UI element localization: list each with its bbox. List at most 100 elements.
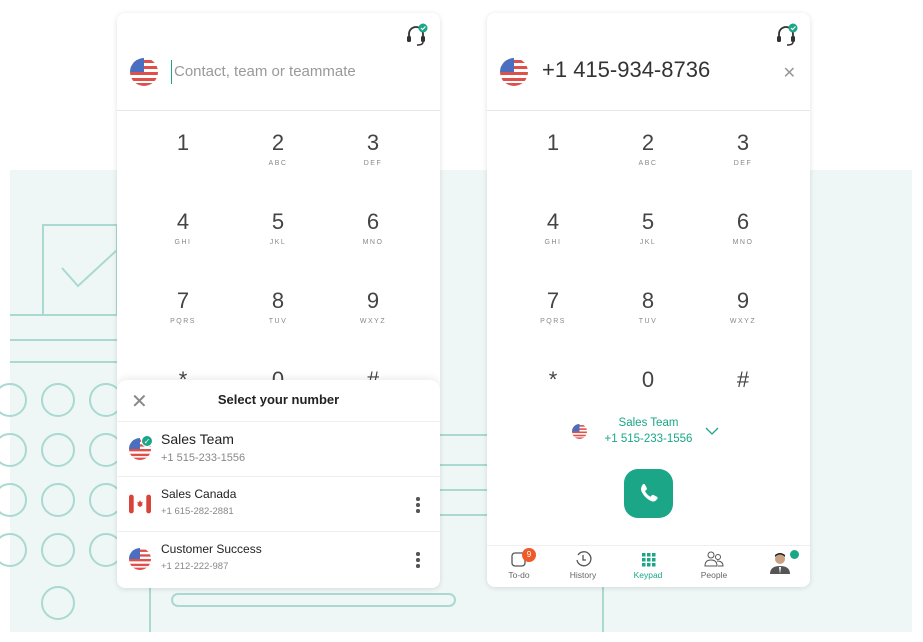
nav-label: History	[569, 570, 597, 580]
key-letters: MNO	[362, 239, 384, 246]
number-option[interactable]: Customer Success +1 212-222-987	[117, 532, 440, 587]
key-digit: 3	[366, 130, 380, 155]
key-digit: 6	[366, 209, 380, 234]
key-letters: ABC	[268, 160, 288, 167]
key-3[interactable]: 3 DEF	[333, 130, 413, 167]
key-#[interactable]: #	[703, 367, 783, 397]
key-7[interactable]: 7 PQRS	[143, 288, 223, 325]
caller-phone: +1 515-233-1556	[604, 433, 693, 445]
avatar	[770, 553, 790, 574]
nav-label: To-do	[508, 570, 530, 580]
caller-id-selector[interactable]: Sales Team +1 515-233-1556	[487, 415, 810, 447]
key-9[interactable]: 9 WXYZ	[333, 288, 413, 325]
chevron-down-icon[interactable]	[705, 427, 719, 435]
canada-flag-icon	[129, 494, 151, 514]
key-digit: 4	[176, 209, 190, 234]
nav-profile[interactable]	[750, 550, 810, 576]
key-digit: 8	[641, 288, 655, 313]
close-icon[interactable]: ✕	[783, 63, 796, 83]
us-flag-icon[interactable]	[130, 58, 158, 86]
more-options-icon[interactable]	[416, 497, 420, 515]
key-digit: 7	[176, 288, 190, 313]
key-letters: GHI	[544, 239, 562, 246]
us-flag-icon[interactable]	[500, 58, 528, 86]
dialer-header: +1 415-934-8736 ✕	[487, 13, 810, 111]
number-option[interactable]: ✓ Sales Team +1 515-233-1556	[117, 422, 440, 477]
dialed-number[interactable]: +1 415-934-8736	[542, 57, 710, 83]
key-letters: TUV	[638, 318, 658, 325]
key-letters: DEF	[733, 160, 753, 167]
select-number-sheet: ✕ Select your number ✓ Sales Team +1 515-23…	[117, 380, 440, 588]
key-8[interactable]: 8 TUV	[608, 288, 688, 325]
keypad-icon	[642, 553, 656, 567]
key-letters: WXYZ	[729, 318, 757, 325]
key-5[interactable]: 5 JKL	[238, 209, 318, 246]
key-4[interactable]: 4 GHI	[143, 209, 223, 246]
key-letters: PQRS	[540, 318, 566, 325]
todo-count-badge: 9	[522, 548, 536, 562]
key-digit: 4	[546, 209, 560, 234]
key-5[interactable]: 5 JKL	[608, 209, 688, 246]
key-digit: #	[736, 367, 750, 392]
key-1[interactable]: 1	[143, 130, 223, 160]
key-6[interactable]: 6 MNO	[333, 209, 413, 246]
contact-search-input[interactable]: Contact, team or teammate	[171, 60, 391, 84]
key-digit: 0	[641, 367, 655, 392]
close-icon[interactable]: ✕	[131, 389, 148, 414]
nav-people[interactable]: People	[684, 550, 744, 580]
key-digit: 3	[736, 130, 750, 155]
key-digit: *	[548, 367, 558, 392]
key-9[interactable]: 9 WXYZ	[703, 288, 783, 325]
key-letters: DEF	[363, 160, 383, 167]
key-digit: 2	[271, 130, 285, 155]
option-phone: +1 615-282-2881	[161, 506, 234, 517]
option-phone: +1 212-222-987	[161, 561, 229, 572]
key-8[interactable]: 8 TUV	[238, 288, 318, 325]
number-option[interactable]: Sales Canada +1 615-282-2881	[117, 477, 440, 532]
nav-to-do[interactable]: To-do 9	[489, 548, 549, 580]
key-digit: 5	[641, 209, 655, 234]
history-icon	[576, 551, 592, 567]
key-*[interactable]: *	[513, 367, 593, 397]
dialer-header: Contact, team or teammate	[117, 13, 440, 111]
bottom-nav: To-do 9 History Keypad People	[487, 545, 810, 587]
online-status-dot	[790, 550, 799, 559]
nav-history[interactable]: History	[553, 550, 613, 580]
key-2[interactable]: 2 ABC	[608, 130, 688, 167]
dialer-panel-left: Contact, team or teammate 1 2 ABC 3 DEF 4 GHI 5…	[117, 13, 440, 588]
key-0[interactable]: 0	[608, 367, 688, 397]
dialer-panel-right: +1 415-934-8736 ✕ 1 2 ABC 3 DEF 4 GHI 5 JKL 6 MNO 7…	[487, 13, 810, 587]
call-button[interactable]	[624, 469, 673, 518]
key-digit: 8	[271, 288, 285, 313]
key-letters: GHI	[174, 239, 192, 246]
key-letters: JKL	[639, 239, 657, 246]
check-icon: ✓	[141, 435, 153, 447]
us-flag-icon	[572, 424, 587, 439]
key-digit: 9	[366, 288, 380, 313]
nav-keypad[interactable]: Keypad	[618, 550, 678, 580]
key-1[interactable]: 1	[513, 130, 593, 160]
key-digit: 5	[271, 209, 285, 234]
key-7[interactable]: 7 PQRS	[513, 288, 593, 325]
nav-label: Keypad	[633, 570, 663, 580]
option-phone: +1 515-233-1556	[161, 452, 246, 464]
key-letters: ABC	[638, 160, 658, 167]
key-3[interactable]: 3 DEF	[703, 130, 783, 167]
option-name: Sales Canada	[161, 487, 237, 501]
more-options-icon[interactable]	[416, 552, 420, 570]
key-letters: WXYZ	[359, 318, 387, 325]
people-icon	[704, 551, 724, 567]
caller-name: Sales Team	[618, 417, 679, 429]
headset-icon[interactable]	[404, 23, 428, 47]
key-6[interactable]: 6 MNO	[703, 209, 783, 246]
key-letters: MNO	[732, 239, 754, 246]
headset-icon[interactable]	[774, 23, 798, 47]
key-4[interactable]: 4 GHI	[513, 209, 593, 246]
key-digit: 7	[546, 288, 560, 313]
nav-label: People	[700, 570, 728, 580]
key-digit: 6	[736, 209, 750, 234]
key-2[interactable]: 2 ABC	[238, 130, 318, 167]
sheet-title: Select your number	[217, 392, 340, 407]
key-digit: 9	[736, 288, 750, 313]
key-digit: 1	[176, 130, 190, 155]
